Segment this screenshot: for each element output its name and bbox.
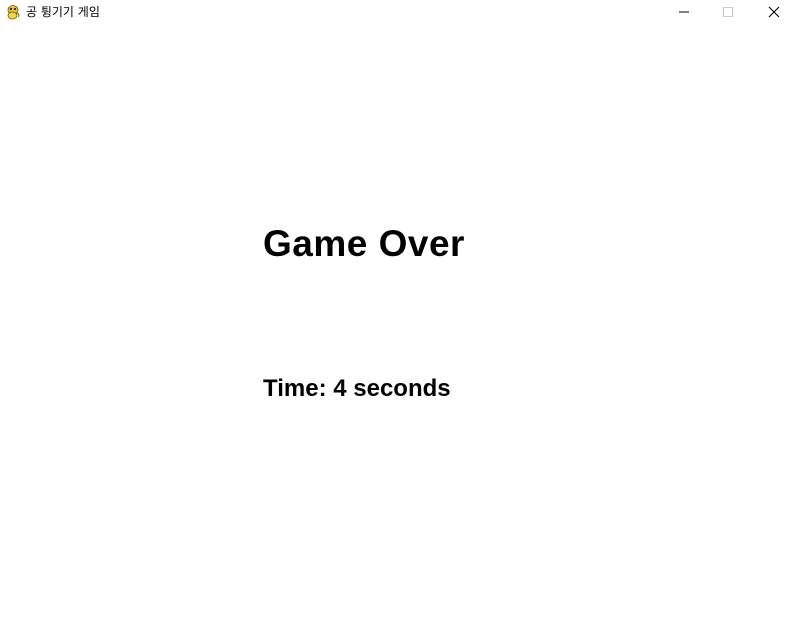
game-window: 공 튕기기 게임 Game Over Time: 4 seconds [0,0,793,623]
minimize-button[interactable] [661,0,707,25]
game-over-text: Game Over [263,223,465,264]
title-bar[interactable]: 공 튕기기 게임 [0,0,793,25]
maximize-icon [722,3,734,22]
elapsed-time-text: Time: 4 seconds [263,375,451,402]
close-icon [768,3,780,22]
game-canvas[interactable]: Game Over Time: 4 seconds [0,25,793,623]
close-button[interactable] [751,0,793,25]
minimize-icon [678,3,690,22]
maximize-button[interactable] [705,0,751,25]
window-title: 공 튕기기 게임 [26,5,100,19]
python-snake-icon [5,4,21,20]
